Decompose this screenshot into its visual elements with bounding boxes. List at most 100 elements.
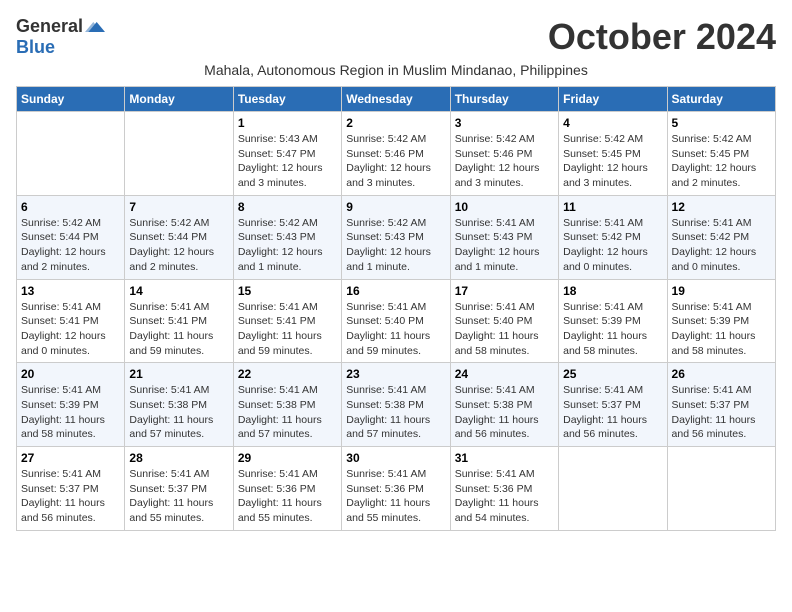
calendar-cell: 31 Sunrise: 5:41 AM Sunset: 5:36 PM Dayli… — [450, 447, 558, 531]
logo-general-text: General — [16, 16, 83, 37]
weekday-header-thursday: Thursday — [450, 87, 558, 112]
day-number: 21 — [129, 367, 228, 381]
day-info: Sunrise: 5:41 AM Sunset: 5:39 PM Dayligh… — [21, 383, 120, 442]
day-info: Sunrise: 5:41 AM Sunset: 5:37 PM Dayligh… — [563, 383, 662, 442]
weekday-header-sunday: Sunday — [17, 87, 125, 112]
day-number: 19 — [672, 284, 771, 298]
calendar-cell: 25Sunrise: 5:41 AM Sunset: 5:37 PM Dayli… — [559, 363, 667, 447]
calendar-cell: 17 Sunrise: 5:41 AM Sunset: 5:40 PM Dayli… — [450, 279, 558, 363]
day-number: 10 — [455, 200, 554, 214]
calendar-cell: 23 Sunrise: 5:41 AM Sunset: 5:38 PM Dayli… — [342, 363, 450, 447]
calendar-cell: 24 Sunrise: 5:41 AM Sunset: 5:38 PM Dayli… — [450, 363, 558, 447]
calendar-cell: 28Sunrise: 5:41 AM Sunset: 5:37 PM Dayli… — [125, 447, 233, 531]
weekday-header-wednesday: Wednesday — [342, 87, 450, 112]
calendar-cell: 10 Sunrise: 5:41 AM Sunset: 5:43 PM Dayli… — [450, 195, 558, 279]
day-number: 16 — [346, 284, 445, 298]
day-number: 8 — [238, 200, 337, 214]
logo-icon — [85, 17, 105, 37]
day-info: Sunrise: 5:41 AM Sunset: 5:39 PM Dayligh… — [672, 300, 771, 359]
weekday-header-saturday: Saturday — [667, 87, 775, 112]
day-info: Sunrise: 5:41 AM Sunset: 5:42 PM Dayligh… — [563, 216, 662, 275]
day-info: Sunrise: 5:41 AM Sunset: 5:36 PM Dayligh… — [238, 467, 337, 526]
logo-blue-text: Blue — [16, 37, 55, 58]
calendar-cell: 16 Sunrise: 5:41 AM Sunset: 5:40 PM Dayli… — [342, 279, 450, 363]
calendar-cell: 4 Sunrise: 5:42 AM Sunset: 5:45 PM Daylig… — [559, 112, 667, 196]
calendar-cell: 13 Sunrise: 5:41 AM Sunset: 5:41 PM Dayli… — [17, 279, 125, 363]
subtitle: Mahala, Autonomous Region in Muslim Mind… — [16, 62, 776, 78]
calendar-cell: 9 Sunrise: 5:42 AM Sunset: 5:43 PM Daylig… — [342, 195, 450, 279]
day-info: Sunrise: 5:43 AM Sunset: 5:47 PM Dayligh… — [238, 132, 337, 191]
day-info: Sunrise: 5:41 AM Sunset: 5:40 PM Dayligh… — [455, 300, 554, 359]
logo: General Blue — [16, 16, 105, 58]
calendar-cell: 21 Sunrise: 5:41 AM Sunset: 5:38 PM Dayli… — [125, 363, 233, 447]
day-number: 17 — [455, 284, 554, 298]
day-number: 20 — [21, 367, 120, 381]
day-info: Sunrise: 5:41 AM Sunset: 5:38 PM Dayligh… — [238, 383, 337, 442]
calendar-cell — [559, 447, 667, 531]
day-number: 3 — [455, 116, 554, 130]
day-number: 22 — [238, 367, 337, 381]
day-info: Sunrise: 5:41 AM Sunset: 5:37 PM Dayligh… — [672, 383, 771, 442]
day-number: 15 — [238, 284, 337, 298]
day-info: Sunrise: 5:41 AM Sunset: 5:37 PM Dayligh… — [129, 467, 228, 526]
day-info: Sunrise: 5:41 AM Sunset: 5:41 PM Dayligh… — [129, 300, 228, 359]
day-info: Sunrise: 5:41 AM Sunset: 5:38 PM Dayligh… — [346, 383, 445, 442]
calendar-cell: 22 Sunrise: 5:41 AM Sunset: 5:38 PM Dayli… — [233, 363, 341, 447]
calendar-cell — [17, 112, 125, 196]
day-number: 24 — [455, 367, 554, 381]
calendar-table: SundayMondayTuesdayWednesdayThursdayFrid… — [16, 86, 776, 531]
calendar-cell: 14 Sunrise: 5:41 AM Sunset: 5:41 PM Dayli… — [125, 279, 233, 363]
calendar-cell: 7 Sunrise: 5:42 AM Sunset: 5:44 PM Daylig… — [125, 195, 233, 279]
day-info: Sunrise: 5:42 AM Sunset: 5:45 PM Dayligh… — [563, 132, 662, 191]
calendar-cell: 5 Sunrise: 5:42 AM Sunset: 5:45 PM Daylig… — [667, 112, 775, 196]
calendar-cell — [667, 447, 775, 531]
day-info: Sunrise: 5:41 AM Sunset: 5:41 PM Dayligh… — [21, 300, 120, 359]
day-number: 4 — [563, 116, 662, 130]
weekday-header-tuesday: Tuesday — [233, 87, 341, 112]
calendar-cell: 30Sunrise: 5:41 AM Sunset: 5:36 PM Dayli… — [342, 447, 450, 531]
day-number: 31 — [455, 451, 554, 465]
day-number: 23 — [346, 367, 445, 381]
day-info: Sunrise: 5:41 AM Sunset: 5:38 PM Dayligh… — [129, 383, 228, 442]
day-info: Sunrise: 5:42 AM Sunset: 5:43 PM Dayligh… — [238, 216, 337, 275]
day-number: 26 — [672, 367, 771, 381]
day-info: Sunrise: 5:42 AM Sunset: 5:46 PM Dayligh… — [346, 132, 445, 191]
day-number: 7 — [129, 200, 228, 214]
day-number: 27 — [21, 451, 120, 465]
calendar-cell: 20 Sunrise: 5:41 AM Sunset: 5:39 PM Dayli… — [17, 363, 125, 447]
day-number: 9 — [346, 200, 445, 214]
day-info: Sunrise: 5:41 AM Sunset: 5:39 PM Dayligh… — [563, 300, 662, 359]
calendar-cell: 8 Sunrise: 5:42 AM Sunset: 5:43 PM Daylig… — [233, 195, 341, 279]
day-number: 30 — [346, 451, 445, 465]
calendar-cell: 27 Sunrise: 5:41 AM Sunset: 5:37 PM Dayli… — [17, 447, 125, 531]
day-number: 6 — [21, 200, 120, 214]
calendar-cell: 29 Sunrise: 5:41 AM Sunset: 5:36 PM Dayli… — [233, 447, 341, 531]
weekday-header-friday: Friday — [559, 87, 667, 112]
day-number: 18 — [563, 284, 662, 298]
calendar-cell: 3Sunrise: 5:42 AM Sunset: 5:46 PM Daylig… — [450, 112, 558, 196]
day-info: Sunrise: 5:42 AM Sunset: 5:44 PM Dayligh… — [129, 216, 228, 275]
day-number: 14 — [129, 284, 228, 298]
day-info: Sunrise: 5:41 AM Sunset: 5:36 PM Dayligh… — [455, 467, 554, 526]
day-info: Sunrise: 5:41 AM Sunset: 5:37 PM Dayligh… — [21, 467, 120, 526]
day-info: Sunrise: 5:42 AM Sunset: 5:45 PM Dayligh… — [672, 132, 771, 191]
calendar-cell: 2 Sunrise: 5:42 AM Sunset: 5:46 PM Daylig… — [342, 112, 450, 196]
day-info: Sunrise: 5:41 AM Sunset: 5:38 PM Dayligh… — [455, 383, 554, 442]
calendar-cell: 12 Sunrise: 5:41 AM Sunset: 5:42 PM Dayli… — [667, 195, 775, 279]
day-info: Sunrise: 5:41 AM Sunset: 5:43 PM Dayligh… — [455, 216, 554, 275]
day-number: 13 — [21, 284, 120, 298]
day-number: 29 — [238, 451, 337, 465]
calendar-cell: 1Sunrise: 5:43 AM Sunset: 5:47 PM Daylig… — [233, 112, 341, 196]
day-number: 12 — [672, 200, 771, 214]
calendar-cell: 19 Sunrise: 5:41 AM Sunset: 5:39 PM Dayli… — [667, 279, 775, 363]
calendar-cell: 15 Sunrise: 5:41 AM Sunset: 5:41 PM Dayli… — [233, 279, 341, 363]
day-info: Sunrise: 5:41 AM Sunset: 5:42 PM Dayligh… — [672, 216, 771, 275]
day-number: 5 — [672, 116, 771, 130]
day-info: Sunrise: 5:42 AM Sunset: 5:43 PM Dayligh… — [346, 216, 445, 275]
day-info: Sunrise: 5:41 AM Sunset: 5:41 PM Dayligh… — [238, 300, 337, 359]
month-title: October 2024 — [548, 16, 776, 58]
calendar-cell: 6Sunrise: 5:42 AM Sunset: 5:44 PM Daylig… — [17, 195, 125, 279]
calendar-cell: 18 Sunrise: 5:41 AM Sunset: 5:39 PM Dayli… — [559, 279, 667, 363]
day-number: 2 — [346, 116, 445, 130]
day-info: Sunrise: 5:41 AM Sunset: 5:40 PM Dayligh… — [346, 300, 445, 359]
